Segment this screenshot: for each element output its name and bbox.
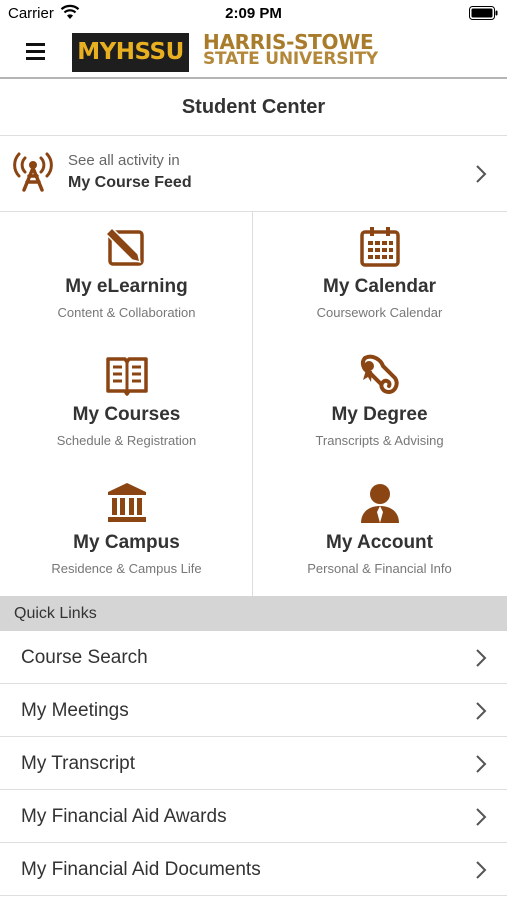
institution-icon bbox=[108, 483, 146, 522]
myhssu-logo: MYHSSU bbox=[72, 33, 189, 72]
user-icon bbox=[361, 484, 399, 523]
quick-link-course-search[interactable]: Course Search bbox=[0, 631, 507, 684]
tile-title: My Degree bbox=[331, 404, 428, 425]
quick-links-title: Quick Links bbox=[14, 605, 97, 622]
page-title-bar: Student Center bbox=[0, 81, 507, 136]
course-feed-row[interactable]: See all activity in My Course Feed bbox=[0, 136, 507, 212]
clock: 2:09 PM bbox=[225, 5, 282, 22]
open-book-icon bbox=[106, 357, 148, 396]
tile-subtitle: Personal & Financial Info bbox=[307, 561, 452, 576]
course-feed-title: My Course Feed bbox=[68, 174, 192, 191]
tile-title: My eLearning bbox=[65, 276, 188, 297]
tile-subtitle: Residence & Campus Life bbox=[51, 561, 202, 576]
tile-subtitle: Content & Collaboration bbox=[57, 305, 196, 320]
pencil-square-icon bbox=[106, 226, 144, 266]
chevron-right-icon bbox=[476, 755, 487, 773]
tile-my-courses[interactable]: My Courses Schedule & Registration bbox=[0, 340, 253, 468]
chevron-right-icon bbox=[476, 861, 487, 879]
chevron-right-icon bbox=[476, 808, 487, 826]
tile-title: My Calendar bbox=[323, 276, 436, 297]
quick-link-label: My Financial Aid Awards bbox=[21, 806, 227, 827]
page-title: Student Center bbox=[181, 96, 326, 118]
battery-icon bbox=[469, 6, 498, 20]
quick-link-label: My Transcript bbox=[21, 753, 136, 774]
tile-subtitle: Transcripts & Advising bbox=[315, 433, 444, 448]
diploma-scroll-icon bbox=[360, 354, 399, 395]
tile-title: My Campus bbox=[73, 532, 180, 553]
quick-link-my-transcript[interactable]: My Transcript bbox=[0, 737, 507, 790]
tile-subtitle: Schedule & Registration bbox=[56, 433, 197, 448]
wordmark-line-2: STATE UNIVERSITY bbox=[203, 49, 378, 69]
tile-my-account[interactable]: My Account Personal & Financial Info bbox=[253, 468, 506, 596]
tile-title: My Account bbox=[326, 532, 433, 553]
course-feed-subtitle: See all activity in bbox=[68, 152, 180, 169]
quick-link-label: My Financial Aid Documents bbox=[21, 859, 261, 880]
tile-subtitle: Coursework Calendar bbox=[316, 305, 443, 320]
calendar-icon bbox=[360, 227, 400, 267]
quick-link-label: Course Search bbox=[21, 647, 148, 668]
quick-links-header: Quick Links bbox=[0, 596, 507, 631]
quick-link-financial-aid-documents[interactable]: My Financial Aid Documents bbox=[0, 843, 507, 896]
chevron-right-icon bbox=[476, 649, 487, 667]
tile-grid: My eLearning Content & Collaboration My … bbox=[0, 212, 507, 596]
status-bar: Carrier 2:09 PM bbox=[0, 0, 507, 26]
app-header: MYHSSU HARRIS-STOWE STATE UNIVERSITY bbox=[0, 26, 507, 79]
hamburger-menu-icon[interactable] bbox=[26, 43, 45, 60]
tile-my-calendar[interactable]: My Calendar Coursework Calendar bbox=[253, 212, 506, 340]
quick-link-financial-aid-awards[interactable]: My Financial Aid Awards bbox=[0, 790, 507, 843]
quick-link-my-meetings[interactable]: My Meetings bbox=[0, 684, 507, 737]
tile-my-campus[interactable]: My Campus Residence & Campus Life bbox=[0, 468, 253, 596]
chevron-right-icon bbox=[476, 702, 487, 720]
quick-link-label: My Meetings bbox=[21, 700, 129, 721]
university-wordmark: HARRIS-STOWE STATE UNIVERSITY bbox=[203, 32, 378, 69]
tile-title: My Courses bbox=[72, 404, 181, 425]
broadcast-tower-icon bbox=[13, 152, 53, 192]
tile-my-elearning[interactable]: My eLearning Content & Collaboration bbox=[0, 212, 253, 340]
tile-my-degree[interactable]: My Degree Transcripts & Advising bbox=[253, 340, 506, 468]
chevron-right-icon bbox=[476, 165, 487, 183]
